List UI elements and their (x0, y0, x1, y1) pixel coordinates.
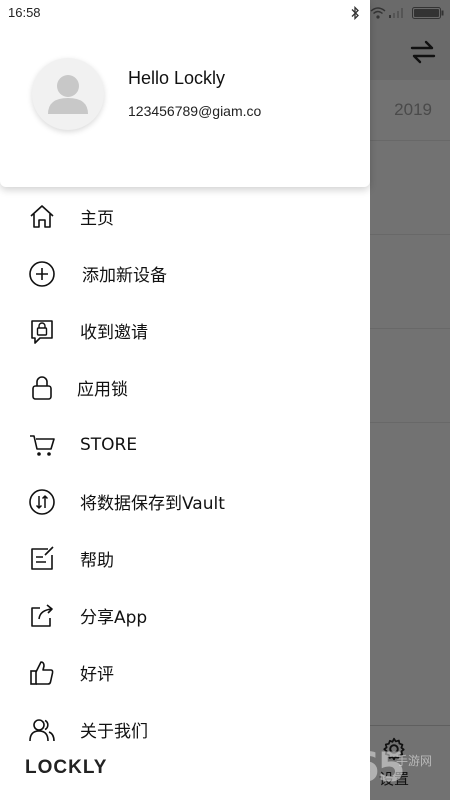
signal-icon (389, 8, 403, 18)
status-time: 16:58 (8, 5, 41, 20)
battery-icon (412, 7, 444, 19)
menu-label: 添加新设备 (82, 266, 167, 286)
profile-email: 123456789@giam.co (128, 103, 262, 119)
background-divider (370, 422, 450, 423)
menu-item-rate[interactable]: 好评 (0, 644, 370, 701)
menu-label: 关于我们 (80, 722, 148, 742)
watermark-text: 手游网 (396, 754, 433, 768)
menu-label: 将数据保存到Vault (80, 494, 225, 514)
menu-item-share[interactable]: 分享App (0, 587, 370, 644)
background-footer-divider (370, 725, 450, 726)
status-bar: 16:58 (0, 0, 370, 26)
menu-label: 分享App (80, 608, 148, 628)
share-icon (27, 601, 57, 631)
sync-icon (27, 487, 57, 517)
thumbs-up-icon (27, 658, 57, 688)
status-bar-right (370, 0, 450, 26)
invitation-icon (27, 316, 57, 346)
home-icon (27, 202, 57, 232)
profile-greeting: Hello Lockly (128, 68, 226, 88)
background-divider (370, 140, 450, 141)
avatar[interactable] (32, 58, 104, 130)
background-divider (370, 328, 450, 329)
menu-item-app-lock[interactable]: 应用锁 (0, 359, 370, 416)
add-circle-icon (27, 259, 57, 289)
menu-label: 帮助 (80, 551, 114, 571)
menu-item-store[interactable]: STORE (0, 416, 370, 473)
menu-label: 收到邀请 (80, 323, 148, 343)
user-avatar-icon (48, 75, 88, 114)
menu-label: STORE (80, 434, 138, 455)
swap-icon[interactable] (410, 40, 436, 64)
background-year: 2019 (394, 100, 432, 119)
wifi-icon (370, 7, 386, 19)
profile-card[interactable]: Hello Lockly 123456789@giam.co (0, 0, 370, 187)
menu-item-about[interactable]: 关于我们 (0, 701, 370, 758)
menu-item-invitations[interactable]: 收到邀请 (0, 302, 370, 359)
menu-item-vault[interactable]: 将数据保存到Vault (0, 473, 370, 530)
lock-icon (27, 373, 57, 403)
menu-item-help[interactable]: 帮助 (0, 530, 370, 587)
background-divider (370, 234, 450, 235)
menu-label: 主页 (80, 209, 114, 229)
menu-label: 应用锁 (77, 380, 128, 400)
menu-item-home[interactable]: 主页 (0, 188, 370, 245)
bluetooth-icon (351, 6, 359, 20)
navigation-drawer: Hello Lockly 123456789@giam.co 主页 添加新设备 … (0, 0, 370, 800)
menu-label: 好评 (80, 665, 114, 685)
people-icon (27, 715, 57, 745)
menu-item-add-device[interactable]: 添加新设备 (0, 245, 370, 302)
brand-logo: LOCKLY (25, 757, 108, 778)
cart-icon (27, 430, 57, 460)
edit-icon (27, 544, 57, 574)
